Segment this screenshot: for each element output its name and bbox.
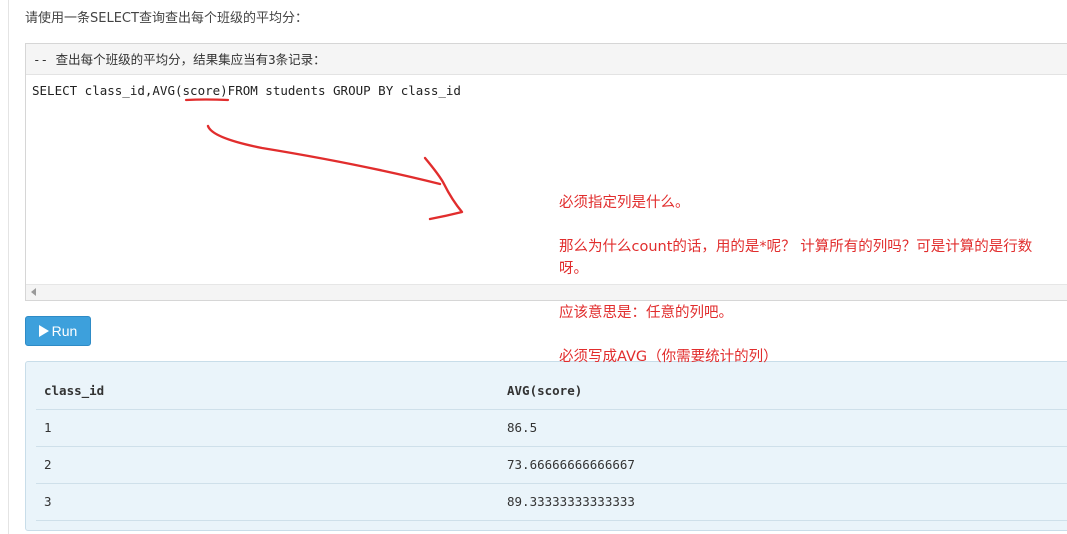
annotation-note-4: 必须写成AVG（你需要统计的列） bbox=[559, 349, 778, 365]
run-button[interactable]: Run bbox=[25, 316, 91, 346]
cell-avg-score: 86.5 bbox=[499, 409, 1067, 447]
result-table: class_id AVG(score) 1 86.5 2 73.66666666… bbox=[36, 372, 1067, 521]
cell-avg-score: 89.33333333333333 bbox=[499, 483, 1067, 521]
scroll-left-arrow-icon[interactable] bbox=[31, 288, 36, 296]
editor-horizontal-scrollbar[interactable] bbox=[26, 284, 1067, 300]
column-header-class-id: class_id bbox=[36, 372, 499, 410]
play-icon bbox=[38, 325, 49, 337]
annotation-note-3: 应该意思是：任意的列吧。 bbox=[559, 305, 733, 321]
left-border-line bbox=[8, 0, 9, 534]
result-header-row: class_id AVG(score) bbox=[36, 372, 1067, 410]
table-row: 1 86.5 bbox=[36, 409, 1067, 447]
cell-class-id: 3 bbox=[36, 483, 499, 521]
cell-class-id: 1 bbox=[36, 409, 499, 447]
annotation-note-1: 必须指定列是什么。 bbox=[559, 195, 690, 211]
table-row: 3 89.33333333333333 bbox=[36, 483, 1067, 521]
editor-code-line[interactable]: SELECT class_id,AVG(score)FROM students … bbox=[26, 75, 1067, 100]
cell-avg-score: 73.66666666666667 bbox=[499, 446, 1067, 484]
column-header-avg-score: AVG(score) bbox=[499, 372, 1067, 410]
run-button-label: Run bbox=[51, 323, 78, 339]
editor-comment-line[interactable]: -- 查出每个班级的平均分，结果集应当有3条记录： bbox=[26, 44, 1067, 75]
question-prompt: 请使用一条SELECT查询查出每个班级的平均分： bbox=[25, 11, 308, 26]
query-result-panel: class_id AVG(score) 1 86.5 2 73.66666666… bbox=[25, 361, 1067, 531]
table-row: 2 73.66666666666667 bbox=[36, 446, 1067, 484]
cell-class-id: 2 bbox=[36, 446, 499, 484]
annotation-note-2: 那么为什么count的话，用的是*呢？ 计算所有的列吗？可是计算的是行数呀。 bbox=[559, 239, 1033, 277]
